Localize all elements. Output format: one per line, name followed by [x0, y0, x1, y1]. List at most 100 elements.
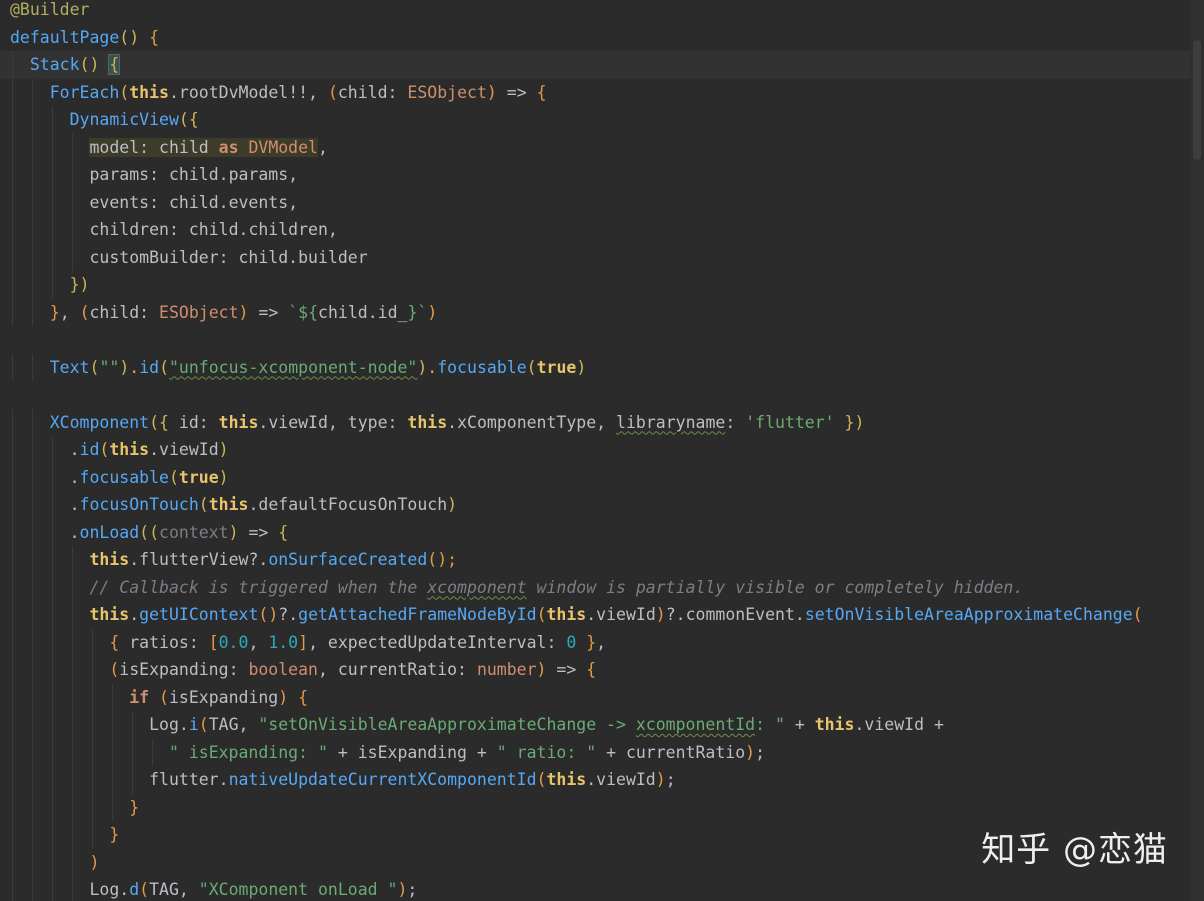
code-line[interactable]: @Builder [0, 0, 1190, 24]
code-line[interactable]: .onLoad((context) => { [0, 518, 1190, 546]
code-token: ; [407, 880, 418, 899]
code-token: this [546, 770, 587, 789]
code-token: " isExpanding: " [168, 742, 328, 762]
code-line[interactable]: this.getUIContext()?.getAttachedFrameNod… [0, 601, 1190, 629]
code-token: ( [198, 715, 209, 734]
code-token: this [218, 412, 259, 432]
code-token: + currentRatio [596, 742, 746, 762]
code-line[interactable]: children: child.children, [0, 216, 1190, 244]
code-line[interactable]: { ratios: [0.0, 1.0], expectedUpdateInte… [0, 628, 1190, 656]
code-line[interactable]: if (isExpanding) { [0, 683, 1190, 711]
code-token: : [725, 412, 746, 432]
code-token: true [178, 467, 219, 487]
code-line[interactable]: Text("").id("unfocus-xcomponent-node").f… [0, 353, 1190, 381]
code-token: this [129, 82, 169, 102]
code-token: ) [447, 495, 458, 514]
code-token: => [496, 82, 537, 102]
code-line[interactable]: events: child.events, [0, 188, 1190, 216]
code-line[interactable]: defaultPage() { [0, 24, 1190, 52]
code-token: ( [99, 440, 110, 459]
code-token: 'flutter' [745, 412, 835, 432]
code-token: ( [198, 495, 209, 514]
code-line[interactable]: ForEach(this.rootDvModel!!, (child: ESOb… [0, 78, 1190, 106]
code-line[interactable]: DynamicView({ [0, 106, 1190, 134]
code-token: .viewId [149, 440, 219, 459]
code-line[interactable]: " isExpanding: " + isExpanding + " ratio… [0, 738, 1190, 766]
code-token: setOnVisibleAreaApproximateChange [804, 605, 1133, 624]
code-token: ) [218, 440, 229, 459]
code-token: children [89, 220, 169, 239]
code-line[interactable]: }) [0, 271, 1190, 299]
code-token: ( [168, 467, 179, 487]
code-token: (( [139, 522, 160, 542]
code-token: focusOnTouch [79, 495, 199, 514]
code-token: this [89, 550, 130, 569]
code-token: : [387, 82, 408, 102]
code-token: customBuilder [89, 247, 219, 267]
code-token: ) [427, 302, 438, 322]
code-token: : child.builder [218, 247, 368, 267]
code-token: { [108, 54, 121, 75]
code-token: ( [119, 82, 130, 102]
code-line[interactable]: Stack() { [0, 51, 1190, 79]
code-line[interactable]: XComponent({ id: this.viewId, type: this… [0, 408, 1190, 436]
code-line[interactable]: customBuilder: child.builder [0, 243, 1190, 271]
code-token: . [69, 495, 80, 514]
code-token: } [109, 825, 120, 844]
code-token: this [814, 715, 855, 734]
code-token: ( [526, 357, 537, 377]
code-line[interactable]: }, (child: ESObject) => `${child.id_}`) [0, 298, 1190, 326]
code-token: ; [665, 770, 676, 789]
code-token: , expectedUpdateInterval: [308, 632, 567, 652]
scrollbar-thumb[interactable] [1193, 40, 1201, 160]
code-token: . [69, 522, 80, 542]
code-token: ( [89, 357, 100, 377]
code-token: ForEach [49, 82, 120, 102]
code-token: d [129, 880, 140, 899]
code-line[interactable]: Log.i(TAG, "setOnVisibleAreaApproximateC… [0, 711, 1190, 739]
code-area[interactable]: @Builder defaultPage() { Stack() { ForEac… [0, 0, 1190, 901]
code-token: ( [1132, 605, 1143, 624]
code-token: { [586, 660, 597, 679]
code-token: ). [417, 357, 438, 377]
code-token: ) [218, 467, 229, 487]
code-token: .viewId [586, 605, 656, 624]
code-token: .defaultFocusOnTouch [248, 495, 448, 514]
code-token: + isExpanding + [327, 742, 497, 762]
code-token: ) [89, 852, 100, 872]
code-line[interactable] [0, 326, 1190, 354]
code-line[interactable]: flutter.nativeUpdateCurrentXComponentId(… [0, 766, 1190, 794]
code-token: }` [407, 302, 428, 322]
code-token: { [278, 522, 289, 542]
code-token: child [89, 302, 140, 322]
code-line[interactable]: } [0, 793, 1190, 821]
code-line[interactable]: Log.d(TAG, "XComponent onLoad "); [0, 876, 1190, 901]
code-line[interactable]: (isExpanding: boolean, currentRatio: num… [0, 656, 1190, 684]
code-line[interactable]: .focusable(true) [0, 463, 1190, 491]
code-token: , [318, 137, 328, 157]
code-token: => [248, 302, 289, 322]
code-token: . [69, 467, 80, 487]
code-token: { [109, 632, 120, 652]
code-line[interactable]: // Callback is triggered when the xcompo… [0, 573, 1190, 601]
code-line[interactable]: model: child as DVModel, [0, 133, 1190, 161]
code-token: . [178, 715, 189, 734]
code-token: ({ [178, 110, 199, 129]
code-line[interactable] [0, 381, 1190, 409]
code-line[interactable]: .id(this.viewId) [0, 436, 1190, 464]
code-editor[interactable]: @Builder defaultPage() { Stack() { ForEac… [0, 0, 1204, 901]
vertical-scrollbar[interactable] [1190, 0, 1204, 901]
code-token: id [139, 357, 160, 377]
code-token: ( [536, 770, 547, 789]
code-line[interactable]: this.flutterView?.onSurfaceCreated(); [0, 546, 1190, 574]
code-line[interactable]: params: child.params, [0, 161, 1190, 189]
code-line[interactable]: .focusOnTouch(this.defaultFocusOnTouch) [0, 491, 1190, 519]
